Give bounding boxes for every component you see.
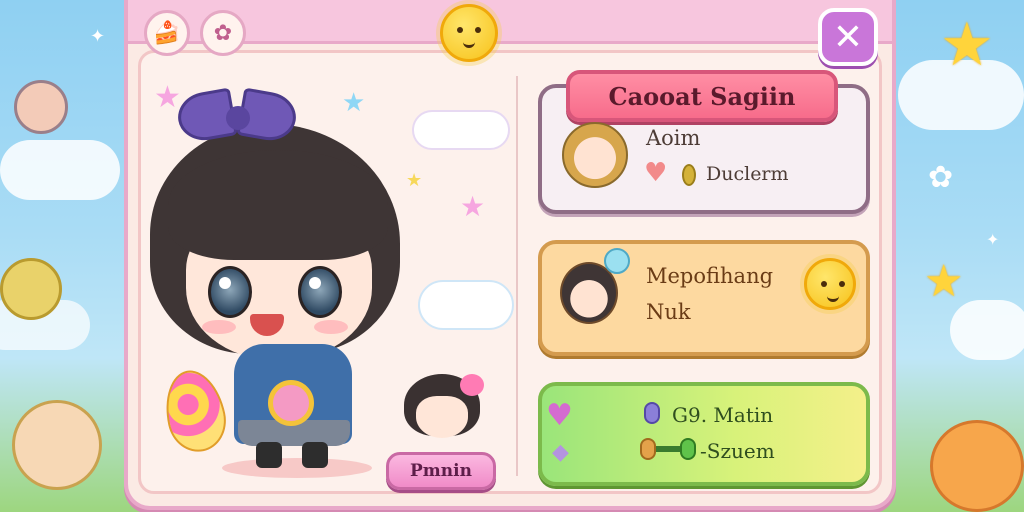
sparkle-icon: ✦ xyxy=(90,26,106,47)
stat-slider-knob-left[interactable] xyxy=(640,438,656,460)
character-blush xyxy=(202,320,236,334)
character-legs xyxy=(256,442,330,468)
star-icon: ★ xyxy=(924,256,964,307)
close-button[interactable]: ✕ xyxy=(818,8,878,66)
panel-divider xyxy=(516,76,518,476)
sun-mascot-icon xyxy=(440,4,498,62)
background-character-icon xyxy=(12,400,102,490)
sparkle-icon: ✿ xyxy=(928,160,954,195)
background-character-icon xyxy=(14,80,68,134)
mini-character-icon xyxy=(400,368,484,454)
profile-name: Aoim xyxy=(646,126,701,150)
heart-icon: ♥ xyxy=(546,398,573,433)
star-icon: ★ xyxy=(940,10,994,80)
gift-icon[interactable]: ✿ xyxy=(200,10,246,56)
sun-mascot-icon xyxy=(804,258,856,310)
potion-icon xyxy=(644,402,660,424)
heart-icon: ♥ xyxy=(644,158,668,188)
background-mascot-icon xyxy=(0,258,62,320)
character-right-eye xyxy=(298,266,342,318)
character-left-eye xyxy=(208,266,252,318)
sparkle-icon: ✦ xyxy=(986,230,1000,249)
heart-brooch-icon xyxy=(268,380,314,426)
character-bangs xyxy=(168,150,388,260)
stats-card[interactable] xyxy=(538,382,870,486)
character-blush xyxy=(314,320,348,334)
profile-status: Duclerm xyxy=(706,163,789,185)
event-line-2: Nuk xyxy=(646,300,691,324)
cake-icon[interactable]: 🍰 xyxy=(144,10,190,56)
event-line-1: Mepofihang xyxy=(646,264,774,288)
profile-button[interactable]: Pmnin xyxy=(386,452,496,490)
star-icon: ★ xyxy=(460,190,486,223)
background-cloud xyxy=(950,300,1024,360)
cloud-icon xyxy=(418,280,514,330)
avatar xyxy=(562,122,628,188)
stat-slider-knob-right[interactable] xyxy=(680,438,696,460)
background-bunny-icon xyxy=(930,420,1024,512)
chibi-character xyxy=(138,80,428,480)
decorated-egg-icon xyxy=(158,364,232,458)
gem-icon: ◆ xyxy=(552,440,569,465)
background-cloud xyxy=(0,140,120,200)
bean-icon xyxy=(682,164,696,186)
balloon-icon xyxy=(604,248,630,274)
stats-line-2: -Szuem xyxy=(700,439,775,463)
hair-bow-icon xyxy=(174,87,300,148)
profile-card-title: Caooat Sagiin xyxy=(566,70,838,122)
stats-line-1: G9. Matin xyxy=(672,403,774,427)
